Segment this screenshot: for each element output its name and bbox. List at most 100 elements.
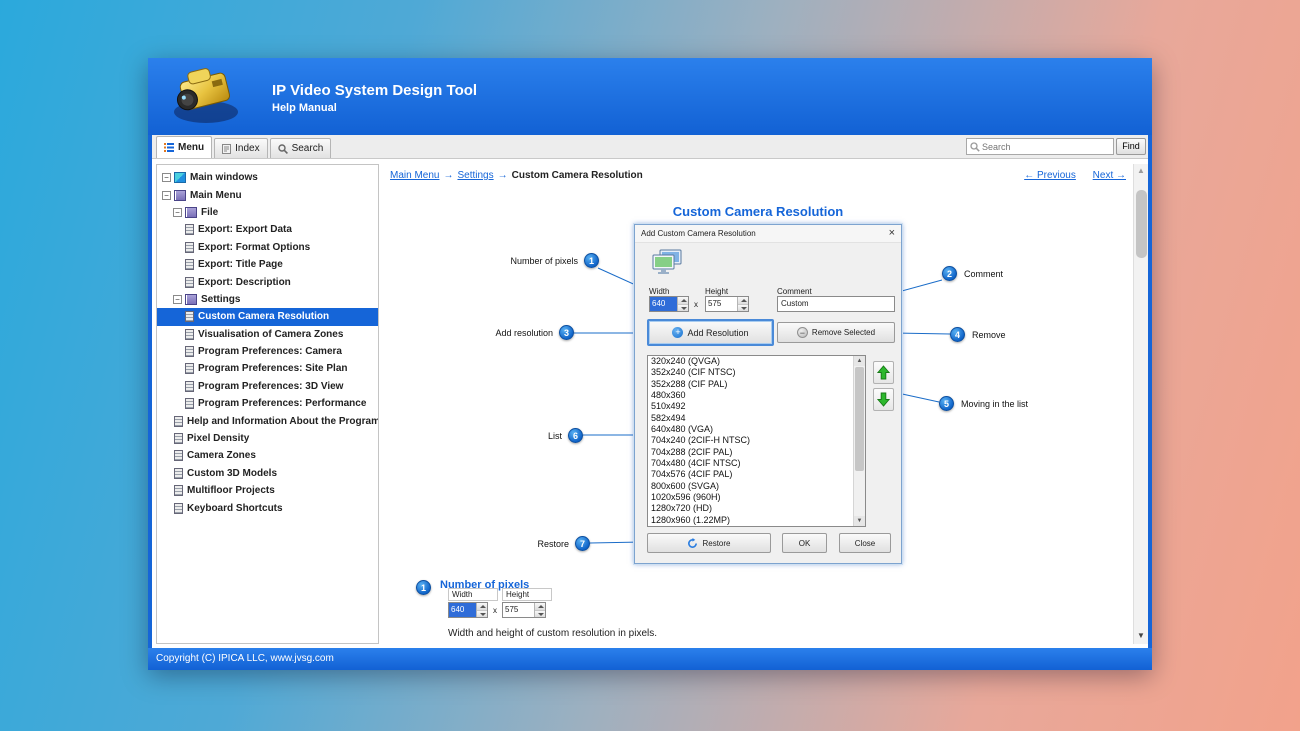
spin-up-icon[interactable] — [738, 297, 748, 305]
resolution-list-item[interactable]: 1280x720 (HD) — [648, 503, 865, 514]
tree-item-label: Export: Title Page — [198, 259, 283, 270]
dialog-close-icon[interactable]: × — [889, 227, 895, 239]
restore-button[interactable]: Restore — [647, 533, 771, 553]
tree-item[interactable]: Keyboard Shortcuts — [157, 499, 378, 516]
resolution-list-item[interactable]: 800x600 (SVGA) — [648, 481, 865, 492]
tree-item[interactable]: Program Preferences: Site Plan — [157, 360, 378, 377]
tree-expander-icon[interactable]: − — [173, 295, 182, 304]
height-value[interactable]: 575 — [706, 297, 737, 311]
tree-item-label: Program Preferences: 3D View — [198, 381, 343, 392]
previous-link[interactable]: ← Previous — [1024, 170, 1076, 181]
callout-1-label: Number of pixels — [498, 256, 578, 266]
tree-item[interactable]: Program Preferences: Performance — [157, 395, 378, 412]
resolution-list-item[interactable]: 1280x960 (1.22MP) — [648, 515, 865, 526]
tree-item[interactable]: Export: Title Page — [157, 256, 378, 273]
breadcrumb-link-settings[interactable]: Settings — [457, 170, 493, 181]
search-icon — [970, 142, 980, 152]
dialog-titlebar: Add Custom Camera Resolution × — [635, 225, 901, 243]
resolution-list-item[interactable]: 1020x596 (960H) — [648, 492, 865, 503]
tree-item[interactable]: − File — [157, 204, 378, 221]
content-scrollbar-thumb[interactable] — [1136, 190, 1147, 258]
resolution-list[interactable]: 320x240 (QVGA) 352x240 (CIF NTSC) 352x28… — [647, 355, 866, 527]
move-down-button[interactable] — [873, 388, 894, 411]
list-scrollbar[interactable]: ▲ ▼ — [853, 356, 865, 526]
close-button[interactable]: Close — [839, 533, 891, 553]
spin-down-icon[interactable] — [678, 305, 688, 312]
callout-2-badge: 2 — [942, 266, 957, 281]
resolution-list-item[interactable]: 704x576 (4CIF PAL) — [648, 469, 865, 480]
tree-item[interactable]: Pixel Density — [157, 430, 378, 447]
section-height-value[interactable]: 575 — [503, 603, 534, 617]
spin-down-icon[interactable] — [535, 611, 545, 618]
tree-item[interactable]: Program Preferences: 3D View — [157, 378, 378, 395]
tree-item-label: Help and Information About the Program — [187, 416, 379, 427]
tree-item[interactable]: − Main windows — [157, 169, 378, 186]
tree-item[interactable]: Export: Format Options — [157, 239, 378, 256]
resolution-list-item[interactable]: 510x492 — [648, 401, 865, 412]
tree-item[interactable]: Custom Camera Resolution — [157, 308, 378, 325]
width-label: Width — [649, 287, 669, 296]
tab-index[interactable]: Index — [214, 138, 267, 158]
section-width-spinner[interactable]: 640 — [448, 602, 488, 618]
find-button[interactable]: Find — [1116, 138, 1146, 155]
tree-item-label: Custom 3D Models — [187, 468, 277, 479]
resolution-list-item[interactable]: 352x288 (CIF PAL) — [648, 379, 865, 390]
move-up-button[interactable] — [873, 361, 894, 384]
tree-item[interactable]: − Settings — [157, 291, 378, 308]
list-scrollbar-thumb[interactable] — [855, 367, 864, 471]
resolution-list-item[interactable]: 480x360 — [648, 390, 865, 401]
section-height-spinner[interactable]: 575 — [502, 602, 546, 618]
width-spinner[interactable]: 640 — [649, 296, 689, 312]
search-input[interactable] — [982, 142, 1113, 152]
resolution-list-item[interactable]: 352x240 (CIF NTSC) — [648, 367, 865, 378]
resolution-list-item[interactable]: 704x480 (4CIF NTSC) — [648, 458, 865, 469]
tree-item-icon — [185, 329, 194, 340]
scroll-down-icon[interactable]: ▼ — [854, 516, 865, 526]
tree-item[interactable]: Custom 3D Models — [157, 465, 378, 482]
breadcrumb-link-main-menu[interactable]: Main Menu — [390, 170, 439, 181]
resolution-list-item[interactable]: 704x240 (2CIF-H NTSC) — [648, 435, 865, 446]
spin-up-icon[interactable] — [477, 603, 487, 611]
tab-menu[interactable]: Menu — [156, 136, 212, 158]
tree-item[interactable]: Visualisation of Camera Zones — [157, 326, 378, 343]
tab-search[interactable]: Search — [270, 138, 332, 158]
next-link[interactable]: Next → — [1093, 170, 1126, 181]
content-pane: Main Menu→Settings→Custom Camera Resolut… — [382, 164, 1148, 644]
spin-up-icon[interactable] — [535, 603, 545, 611]
tree-item[interactable]: − Main Menu — [157, 186, 378, 203]
content-scroll-down-icon[interactable]: ▼ — [1134, 629, 1148, 643]
content-scrollbar[interactable]: ▲ ▼ — [1133, 164, 1148, 644]
resolution-list-item[interactable]: 582x494 — [648, 413, 865, 424]
resolution-list-item[interactable]: 320x240 (QVGA) — [648, 356, 865, 367]
restore-label: Restore — [702, 539, 730, 548]
search-box — [966, 138, 1114, 155]
content-scroll-up-icon[interactable]: ▲ — [1134, 164, 1148, 178]
resolution-list-item[interactable]: 704x288 (2CIF PAL) — [648, 447, 865, 458]
width-value[interactable]: 640 — [650, 297, 677, 311]
spin-up-icon[interactable] — [678, 297, 688, 305]
page-navigation: ← Previous Next → — [1010, 170, 1126, 181]
section-width-value[interactable]: 640 — [449, 603, 476, 617]
scroll-up-icon[interactable]: ▲ — [854, 356, 865, 366]
ok-button[interactable]: OK — [782, 533, 827, 553]
remove-selected-button[interactable]: − Remove Selected — [777, 322, 895, 343]
tree-item[interactable]: Export: Description — [157, 273, 378, 290]
tree-item[interactable]: Camera Zones — [157, 447, 378, 464]
tree-item-icon — [185, 242, 194, 253]
callout-5-label: Moving in the list — [961, 399, 1028, 409]
tree-item[interactable]: Help and Information About the Program — [157, 412, 378, 429]
menu-list-icon — [164, 143, 174, 152]
comment-input[interactable]: Custom — [777, 296, 895, 312]
tree-expander-icon[interactable]: − — [173, 208, 182, 217]
tree-expander-icon[interactable]: − — [162, 173, 171, 182]
add-resolution-button[interactable]: + Add Resolution — [647, 319, 774, 346]
tree-expander-icon[interactable]: − — [162, 191, 171, 200]
tree-item[interactable]: Export: Export Data — [157, 221, 378, 238]
section-width-label: Width — [448, 588, 498, 601]
tree-item[interactable]: Program Preferences: Camera — [157, 343, 378, 360]
spin-down-icon[interactable] — [738, 305, 748, 312]
spin-down-icon[interactable] — [477, 611, 487, 618]
height-spinner[interactable]: 575 — [705, 296, 749, 312]
resolution-list-item[interactable]: 640x480 (VGA) — [648, 424, 865, 435]
tree-item[interactable]: Multifloor Projects — [157, 482, 378, 499]
